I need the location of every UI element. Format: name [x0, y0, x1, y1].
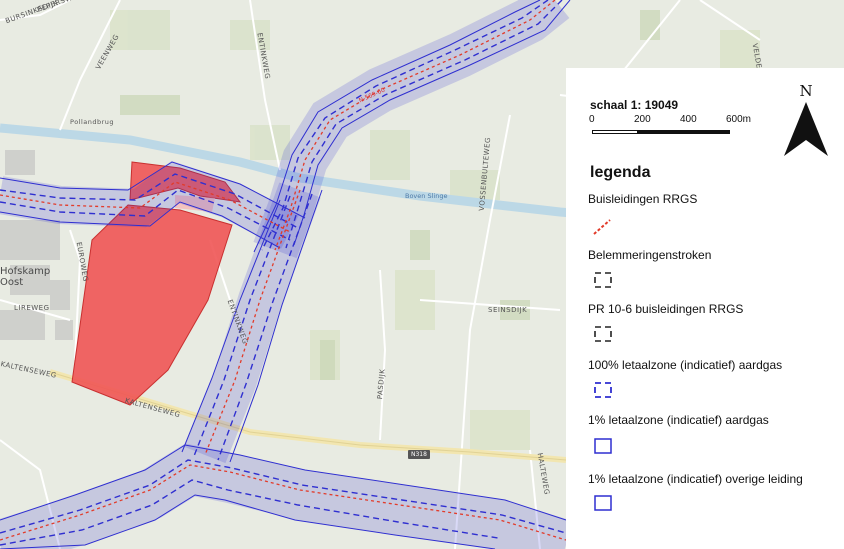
- legend-label-pr10-6: PR 10-6 buisleidingen RRGS: [588, 302, 744, 316]
- legend-label-belemmeringenstroken: Belemmeringenstroken: [588, 248, 712, 262]
- blue-solid-box-icon: [594, 438, 612, 454]
- legend-panel: schaal 1: 19049 0 200 400 600m N legenda…: [566, 68, 844, 549]
- label-boven-slinge: Boven Slinge: [405, 192, 448, 200]
- black-dashed-box-icon: [594, 272, 612, 288]
- label-hofskamp-oost: Hofskamp Oost: [0, 266, 51, 288]
- legend-label-1-letaal-aardgas: 1% letaalzone (indicatief) aardgas: [588, 413, 769, 427]
- label-seinsdijk: SEINSDIJK: [488, 306, 528, 314]
- north-arrow-icon: N: [784, 82, 828, 156]
- legend-label-100-letaal: 100% letaalzone (indicatief) aardgas: [588, 358, 783, 372]
- blue-solid-box-icon: [594, 495, 612, 511]
- legend-label-buisleidingen: Buisleidingen RRGS: [588, 192, 698, 206]
- label-lireweg: LIREWEG: [14, 304, 50, 312]
- north-label: N: [799, 82, 812, 100]
- scale-title: schaal 1: 19049: [590, 98, 679, 112]
- legend-title: legenda: [590, 164, 651, 181]
- black-dashed-box-icon: [594, 326, 612, 342]
- road-number-shield: N318: [408, 450, 430, 459]
- legend-label-1-letaal-overige: 1% letaalzone (indicatief) overige leidi…: [588, 472, 803, 486]
- scale-tick-0: 0: [589, 114, 595, 125]
- scale-bar: 0 200 400 600m: [589, 114, 751, 134]
- scale-tick-600m: 600m: [726, 114, 752, 125]
- label-pollandbrug: Pollandbrug: [70, 118, 115, 126]
- blue-dashed-box-icon: [594, 382, 612, 398]
- scale-tick-200: 200: [634, 114, 651, 125]
- scale-tick-400: 400: [680, 114, 697, 125]
- red-dashed-line-icon: [593, 219, 611, 235]
